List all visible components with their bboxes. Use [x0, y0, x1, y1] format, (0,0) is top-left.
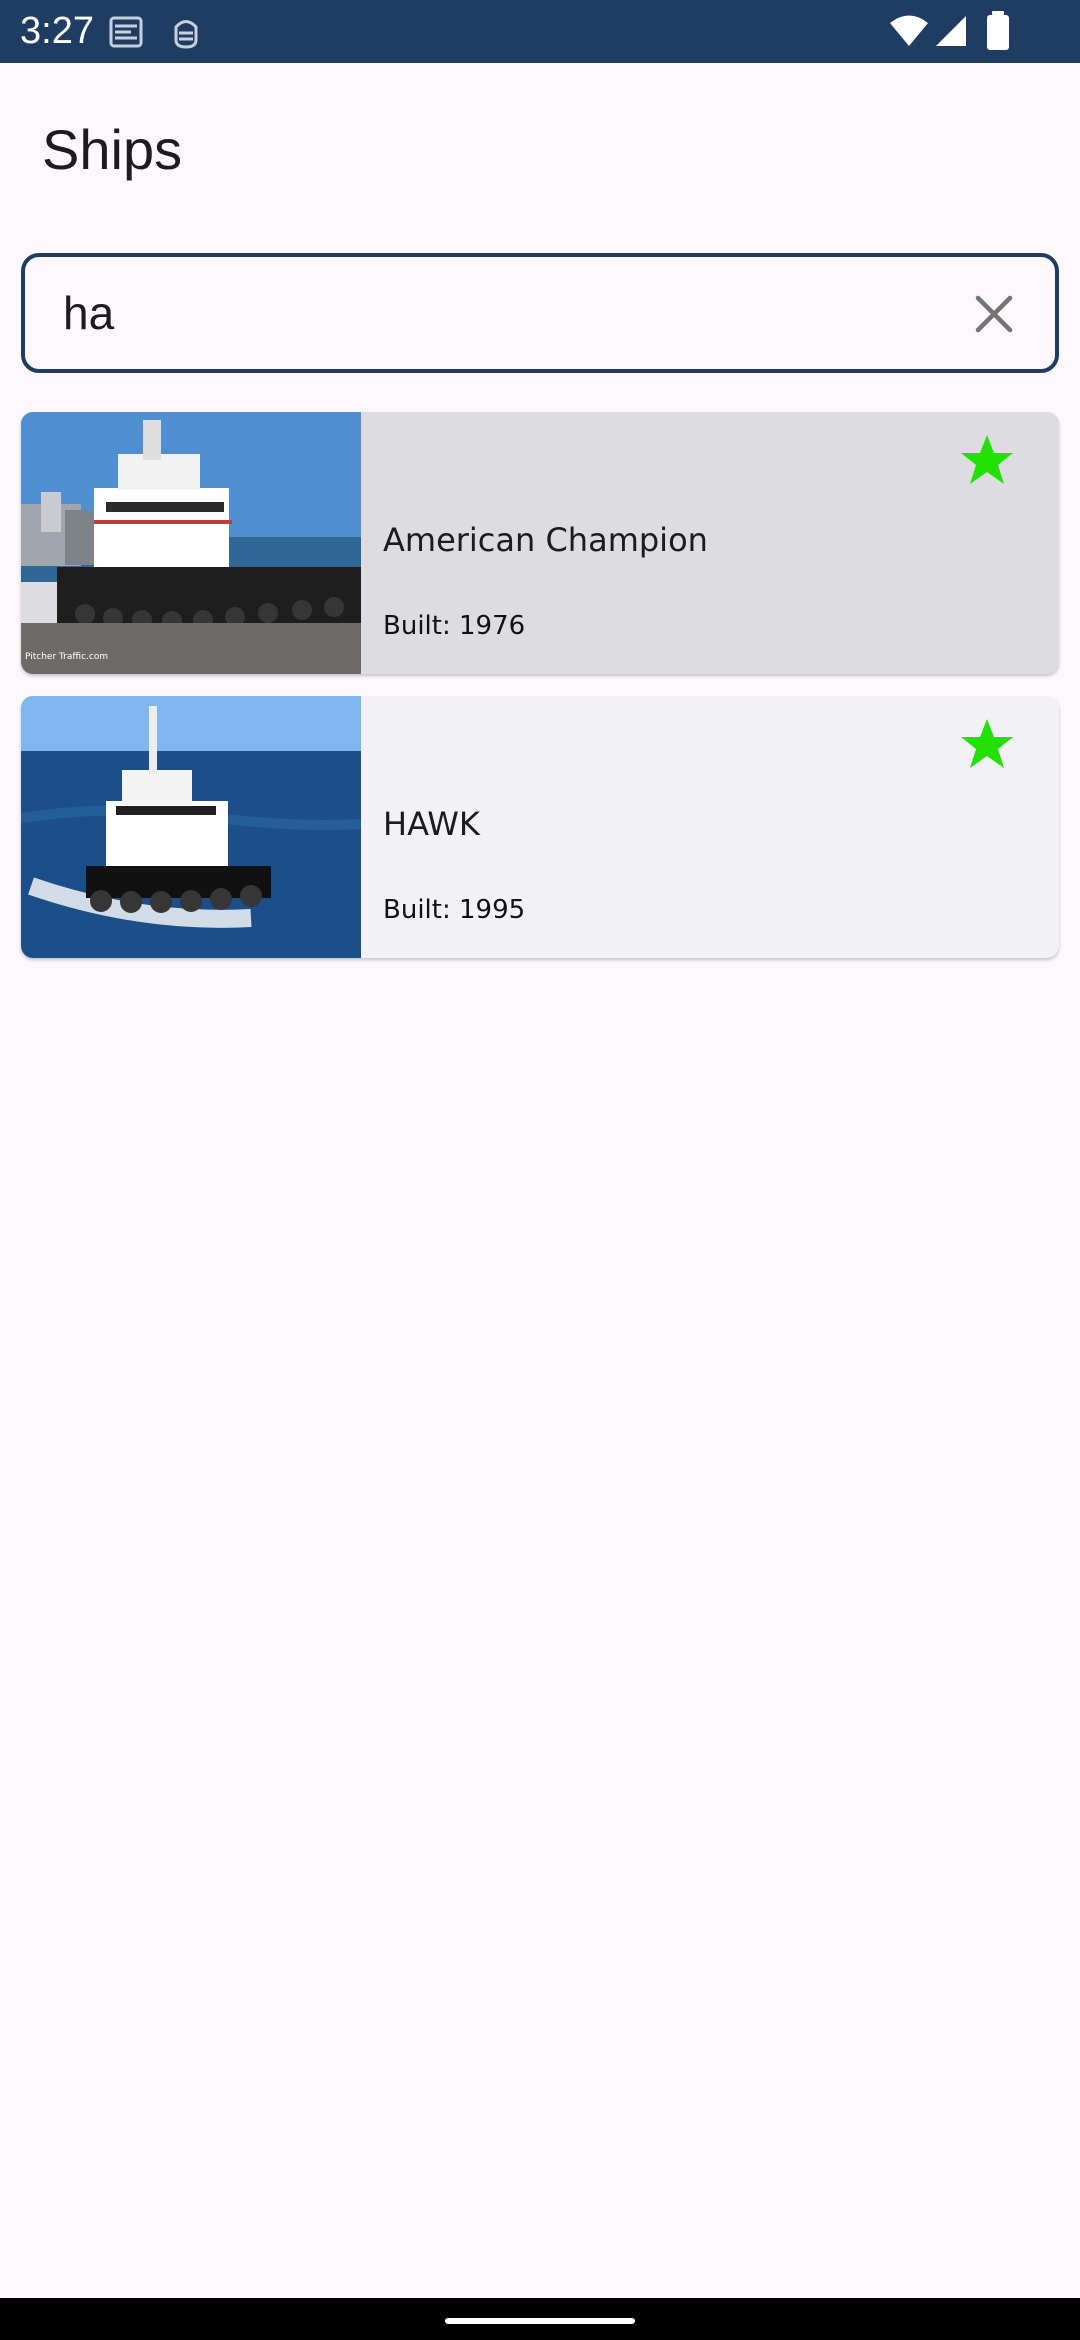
search-field[interactable]	[21, 253, 1059, 373]
system-navigation-bar	[0, 2298, 1080, 2340]
ship-photo	[21, 696, 361, 958]
star-icon[interactable]	[957, 432, 1017, 492]
usb-debug-icon	[109, 16, 143, 48]
search-input[interactable]	[63, 277, 923, 349]
page-title: Ships	[42, 118, 183, 181]
ship-built-year: Built: 1976	[383, 611, 526, 641]
ship-card[interactable]: HAWK Built: 1995	[21, 696, 1059, 958]
android-debug-icon	[174, 20, 198, 49]
cellular-signal-icon	[936, 16, 966, 46]
status-time: 3:27	[20, 10, 94, 52]
ship-card[interactable]: Pitcher Traffic.com American Champion Bu…	[21, 412, 1059, 674]
home-handle[interactable]	[445, 2318, 635, 2324]
ship-photo-watermark: Pitcher Traffic.com	[25, 652, 108, 662]
battery-icon	[987, 11, 1009, 50]
status-bar: 3:27	[0, 0, 1080, 63]
ship-built-year: Built: 1995	[383, 895, 526, 925]
close-icon[interactable]	[959, 279, 1029, 349]
ship-name: American Champion	[383, 521, 708, 559]
wifi-icon	[890, 15, 928, 46]
star-icon[interactable]	[957, 716, 1017, 776]
ship-name: HAWK	[383, 805, 480, 843]
ship-photo: Pitcher Traffic.com	[21, 412, 361, 674]
